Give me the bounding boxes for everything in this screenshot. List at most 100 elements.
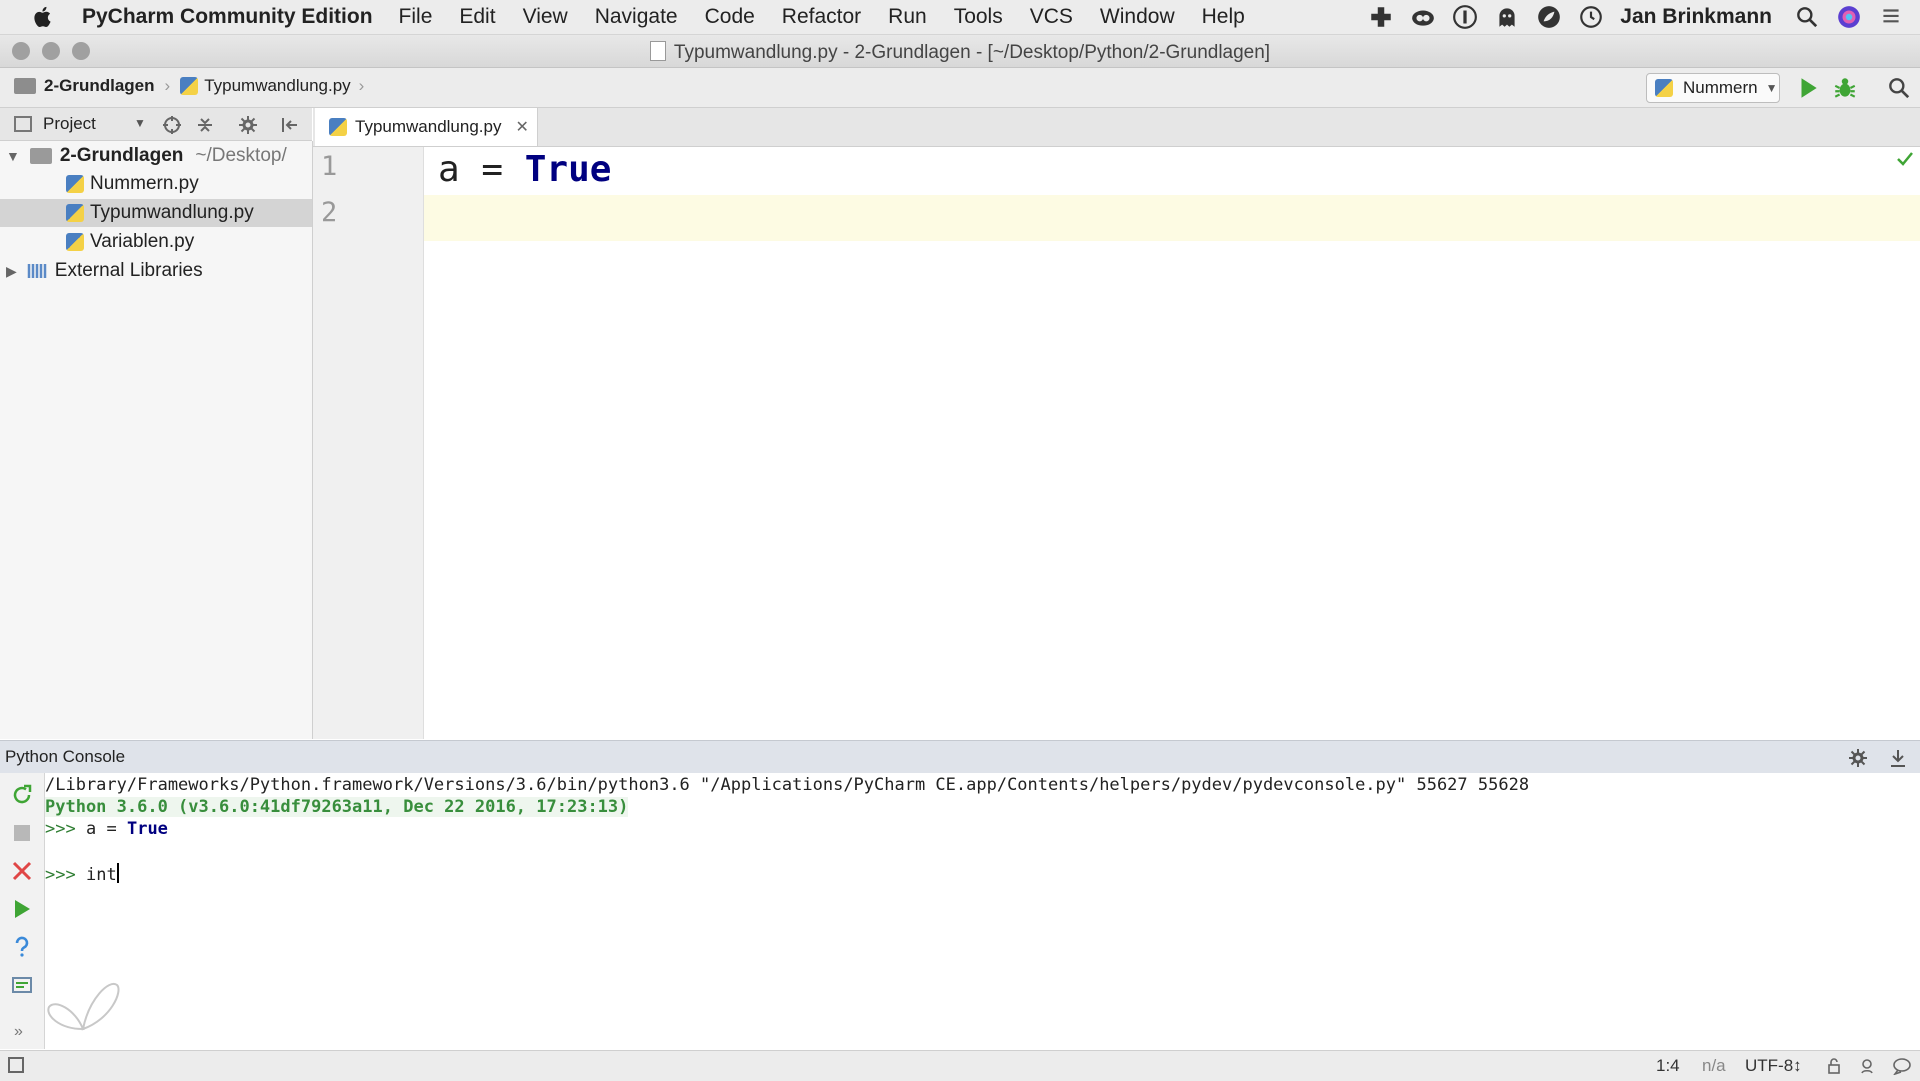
navigation-bar: 2-Grundlagen › Typumwandlung.py › Nummer… (0, 68, 1920, 108)
notification-center-icon[interactable] (1878, 4, 1904, 30)
console-output[interactable]: /Library/Frameworks/Python.framework/Ver… (45, 773, 1920, 1049)
hide-panel-icon[interactable] (1888, 748, 1908, 768)
run-configuration-select[interactable]: Nummern ▼ (1646, 73, 1780, 103)
code-line-1: a = True (438, 147, 611, 193)
folder-icon (14, 78, 36, 94)
chevron-right-icon: › (358, 76, 365, 95)
inspector-icon[interactable] (1858, 1057, 1876, 1075)
variables-view-icon[interactable] (10, 973, 34, 997)
hide-panel-icon[interactable] (280, 115, 300, 135)
tree-file-typumwandlung[interactable]: Typumwandlung.py (0, 199, 312, 227)
onepassword-icon[interactable] (1452, 4, 1478, 30)
toggle-tool-windows-icon[interactable] (8, 1057, 24, 1073)
text-caret (116, 863, 119, 883)
python-file-icon (66, 233, 84, 251)
help-icon[interactable] (10, 935, 34, 959)
project-view-icon (14, 116, 32, 132)
tree-external-libraries[interactable]: ▶ External Libraries (0, 257, 312, 285)
run-configuration-label: Nummern (1683, 78, 1758, 97)
code-keyword: True (524, 149, 612, 190)
console-input-line[interactable]: >>> int (45, 863, 119, 885)
tab-typumwandlung[interactable]: Typumwandlung.py ✕ (315, 108, 538, 146)
root-folder-path: ~/Desktop/ (195, 145, 287, 166)
window-title: Typumwandlung.py - 2-Grundlagen - [~/Des… (0, 41, 1920, 64)
external-libraries-label: External Libraries (54, 260, 203, 281)
menu-file[interactable]: File (399, 5, 433, 29)
console-toolbar: » (0, 773, 45, 1049)
console-history-value: True (126, 819, 168, 839)
code-variable: a (438, 149, 460, 190)
caret-position[interactable]: 1:4 (1656, 1056, 1680, 1076)
menu-help[interactable]: Help (1202, 5, 1245, 29)
status-menus: Jan Brinkmann (1368, 0, 1920, 34)
tab-label: Typumwandlung.py (355, 117, 502, 136)
menu-vcs[interactable]: VCS (1030, 5, 1073, 29)
tree-file-variablen[interactable]: Variablen.py (0, 228, 312, 256)
menu-window[interactable]: Window (1100, 5, 1175, 29)
folder-icon (29, 148, 52, 164)
console-header: Python Console (0, 740, 1920, 773)
console-history-op: = (106, 819, 117, 839)
menu-code[interactable]: Code (705, 5, 755, 29)
close-console-icon[interactable] (10, 859, 34, 883)
debug-button[interactable] (1832, 75, 1858, 101)
search-everywhere-icon[interactable] (1886, 75, 1912, 101)
more-actions-icon[interactable]: » (14, 1023, 23, 1041)
file-name: Variablen.py (90, 231, 195, 252)
menu-navigate[interactable]: Navigate (595, 5, 678, 29)
code-operator: = (481, 149, 504, 190)
creative-cloud-icon[interactable] (1410, 4, 1436, 30)
console-input-text[interactable]: int (86, 865, 117, 885)
window-title-bar: Typumwandlung.py - 2-Grundlagen - [~/Des… (0, 35, 1920, 68)
code-editor[interactable]: a = True (424, 147, 1920, 739)
expand-arrow-icon[interactable]: ▶ (6, 263, 17, 280)
spotlight-search-icon[interactable] (1794, 4, 1820, 30)
python-file-icon (329, 118, 347, 136)
console-history-line: >>> a = True (45, 818, 168, 840)
libraries-icon (27, 264, 47, 278)
line-number-gutter: 1 2 (313, 147, 424, 739)
time-machine-icon[interactable] (1578, 4, 1604, 30)
status-bar: 1:4 n/a UTF-8↕ (0, 1050, 1920, 1081)
lock-icon[interactable] (1826, 1058, 1842, 1074)
project-view-select[interactable]: Project (43, 114, 96, 134)
close-tab-icon[interactable]: ✕ (515, 117, 528, 137)
menu-view[interactable]: View (523, 5, 568, 29)
chevron-right-icon: › (164, 76, 171, 95)
siri-icon[interactable] (1836, 4, 1862, 30)
menu-run[interactable]: Run (888, 5, 927, 29)
execute-icon[interactable] (10, 897, 34, 921)
console-python-version: Python 3.6.0 (v3.6.0:41df79263a11, Dec 2… (45, 797, 629, 817)
console-command-line: /Library/Frameworks/Python.framework/Ver… (45, 775, 1530, 795)
breadcrumb-file[interactable]: Typumwandlung.py (204, 76, 350, 96)
window-title-text: Typumwandlung.py - 2-Grundlagen - [~/Des… (673, 42, 1271, 63)
collapse-all-icon[interactable] (195, 115, 215, 135)
gear-icon[interactable] (238, 115, 258, 135)
expand-arrow-icon[interactable]: ▼ (6, 148, 20, 164)
tree-root-folder[interactable]: ▼ 2-Grundlagen ~/Desktop/ (0, 142, 312, 170)
ghost-icon[interactable] (1494, 4, 1520, 30)
python-config-icon (1655, 79, 1673, 97)
stop-icon[interactable] (10, 821, 34, 845)
file-encoding[interactable]: UTF-8↕ (1745, 1056, 1802, 1076)
console-prompt: >>> (45, 819, 76, 839)
app-name-menu[interactable]: PyCharm Community Edition (82, 5, 373, 29)
file-icon (649, 41, 666, 61)
plus-cross-icon[interactable] (1368, 4, 1394, 30)
run-button[interactable] (1795, 75, 1821, 101)
scroll-from-source-icon[interactable] (162, 115, 182, 135)
file-name: Typumwandlung.py (90, 202, 254, 223)
user-name[interactable]: Jan Brinkmann (1620, 5, 1772, 29)
gear-icon[interactable] (1848, 748, 1868, 768)
rerun-icon[interactable] (10, 783, 34, 807)
leaf-icon[interactable] (1536, 4, 1562, 30)
project-tool-header: Project ▼ (0, 108, 312, 141)
apple-menu-icon[interactable] (30, 4, 56, 30)
menu-edit[interactable]: Edit (459, 5, 495, 29)
event-log-icon[interactable] (1892, 1057, 1912, 1075)
breadcrumb-project[interactable]: 2-Grundlagen (44, 76, 155, 96)
menu-tools[interactable]: Tools (954, 5, 1003, 29)
tree-file-nummern[interactable]: Nummern.py (0, 170, 312, 198)
chevron-down-icon[interactable]: ▼ (134, 116, 146, 130)
menu-refactor[interactable]: Refactor (782, 5, 861, 29)
